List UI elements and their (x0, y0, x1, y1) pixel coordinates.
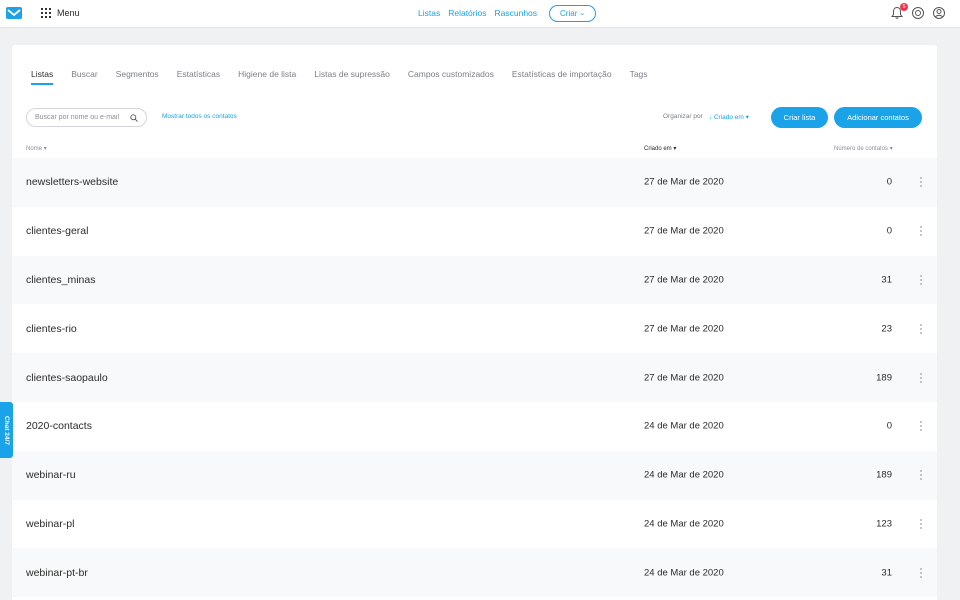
column-header-created[interactable]: Criado em ▾ (644, 145, 676, 152)
list-name[interactable]: clientes-saopaulo (26, 372, 108, 384)
more-options-icon[interactable] (919, 567, 923, 578)
top-nav: Listas Relatórios Rascunhos Criar ⌄ (418, 4, 597, 22)
more-options-icon[interactable] (919, 323, 923, 334)
app-logo-icon[interactable] (6, 5, 22, 21)
table-row[interactable]: clientes-geral 27 de Mar de 2020 0 (12, 207, 937, 256)
list-name[interactable]: 2020-contacts (26, 420, 92, 432)
chat-label: Chat 24/7 (3, 415, 10, 445)
nav-link-listas[interactable]: Listas (418, 8, 440, 18)
tab-listas-de-supressao[interactable]: Listas de supressão (314, 69, 390, 85)
list-created-date: 24 de Mar de 2020 (644, 567, 724, 579)
create-list-button[interactable]: Criar lista (771, 107, 828, 128)
menu-button[interactable]: Menu (41, 7, 80, 19)
table-row[interactable]: webinar-pl 24 de Mar de 2020 123 (12, 500, 937, 549)
list-name[interactable]: newsletters-website (26, 176, 118, 188)
more-options-icon[interactable] (919, 274, 923, 285)
list-name[interactable]: webinar-pl (26, 518, 74, 530)
column-header-name-label: Nome (26, 146, 43, 152)
sort-control: Organizar por ↓ Criado em ▾ (663, 113, 749, 121)
search-icon[interactable] (130, 114, 138, 122)
tab-buscar[interactable]: Buscar (71, 69, 97, 85)
add-contacts-button[interactable]: Adicionar contatos (834, 107, 922, 128)
chat-button[interactable]: Chat 24/7 (0, 402, 13, 458)
sort-direction-icon: ↓ (708, 114, 712, 121)
list-contact-count: 123 (876, 518, 892, 530)
list-name[interactable]: webinar-pt-br (26, 567, 88, 579)
notifications-button[interactable]: 5 (890, 3, 908, 20)
list-created-date: 27 de Mar de 2020 (644, 225, 724, 237)
list-created-date: 27 de Mar de 2020 (644, 274, 724, 286)
create-dropdown-button[interactable]: Criar ⌄ (549, 4, 597, 22)
list-created-date: 24 de Mar de 2020 (644, 518, 724, 530)
tab-higiene-de-lista[interactable]: Higiene de lista (238, 69, 296, 85)
table-row[interactable]: clientes-rio 27 de Mar de 2020 23 (12, 304, 937, 353)
lists-table: newsletters-website 27 de Mar de 2020 0 … (12, 158, 937, 598)
list-contact-count: 31 (881, 567, 892, 579)
sort-label: Organizar por (663, 113, 703, 120)
column-header-created-label: Criado em (644, 146, 672, 152)
column-header-count[interactable]: Número de contatos ▾ (834, 145, 893, 152)
list-contact-count: 31 (881, 274, 892, 286)
sort-dropdown[interactable]: ↓ Criado em ▾ (709, 113, 749, 121)
tab-estatisticas-de-importacao[interactable]: Estatísticas de importação (512, 69, 612, 85)
support-icon (912, 7, 924, 19)
column-header-count-label: Número de contatos (834, 146, 889, 152)
list-contact-count: 0 (886, 176, 892, 188)
list-name[interactable]: clientes_minas (26, 274, 95, 286)
more-options-icon[interactable] (919, 421, 923, 432)
account-button[interactable] (932, 6, 946, 20)
list-contact-count: 189 (876, 372, 892, 384)
sort-caret-icon: ▾ (889, 146, 893, 152)
nav-link-rascunhos[interactable]: Rascunhos (495, 8, 538, 18)
list-name[interactable]: clientes-geral (26, 225, 88, 237)
grid-menu-icon (41, 8, 51, 18)
user-avatar-icon (933, 7, 945, 19)
caret-down-icon: ▾ (745, 114, 749, 121)
table-row[interactable]: webinar-pt-br 24 de Mar de 2020 31 (12, 548, 937, 598)
list-name[interactable]: clientes-rio (26, 323, 77, 335)
table-row[interactable]: newsletters-website 27 de Mar de 2020 0 (12, 158, 937, 207)
menu-label: Menu (57, 8, 80, 18)
more-options-icon[interactable] (919, 226, 923, 237)
sort-caret-icon: ▾ (43, 146, 47, 152)
tab-campos-customizados[interactable]: Campos customizados (408, 69, 494, 85)
table-row[interactable]: clientes-saopaulo 27 de Mar de 2020 189 (12, 353, 937, 402)
search-box (26, 108, 147, 127)
tab-estatisticas[interactable]: Estatísticas (177, 69, 220, 85)
list-created-date: 24 de Mar de 2020 (644, 469, 724, 481)
tab-tags[interactable]: Tags (630, 69, 648, 85)
table-row[interactable]: webinar-ru 24 de Mar de 2020 189 (12, 450, 937, 500)
sort-caret-icon: ▾ (673, 146, 677, 152)
lists-card: Listas Buscar Segmentos Estatísticas Hig… (12, 45, 937, 600)
table-row[interactable]: 2020-contacts 24 de Mar de 2020 0 (12, 402, 937, 451)
list-contact-count: 23 (881, 323, 892, 335)
search-input[interactable] (35, 114, 127, 121)
column-header-name[interactable]: Nome ▾ (26, 145, 47, 152)
support-button[interactable] (911, 6, 925, 20)
table-row[interactable]: clientes_minas 27 de Mar de 2020 31 (12, 255, 937, 305)
create-label: Criar (560, 8, 578, 18)
show-all-contacts-link[interactable]: Mostrar todos os contatos (162, 113, 237, 120)
list-created-date: 27 de Mar de 2020 (644, 372, 724, 384)
more-options-icon[interactable] (919, 372, 923, 383)
more-options-icon[interactable] (919, 470, 923, 481)
list-contact-count: 0 (886, 225, 892, 237)
list-created-date: 27 de Mar de 2020 (644, 176, 724, 188)
list-contact-count: 0 (886, 420, 892, 432)
more-options-icon[interactable] (919, 518, 923, 529)
list-created-date: 24 de Mar de 2020 (644, 420, 724, 432)
tabs: Listas Buscar Segmentos Estatísticas Hig… (31, 69, 666, 85)
tab-listas[interactable]: Listas (31, 69, 54, 85)
tab-segmentos[interactable]: Segmentos (116, 69, 159, 85)
top-bar: Menu Listas Relatórios Rascunhos Criar ⌄… (0, 0, 960, 28)
top-icons: 5 (883, 3, 946, 20)
nav-link-relatorios[interactable]: Relatórios (448, 8, 486, 18)
notification-badge: 5 (900, 3, 908, 11)
list-name[interactable]: webinar-ru (26, 469, 76, 481)
more-options-icon[interactable] (919, 177, 923, 188)
list-created-date: 27 de Mar de 2020 (644, 323, 724, 335)
sort-value: Criado em (713, 114, 744, 121)
chevron-down-icon: ⌄ (579, 10, 586, 17)
list-contact-count: 189 (876, 469, 892, 481)
